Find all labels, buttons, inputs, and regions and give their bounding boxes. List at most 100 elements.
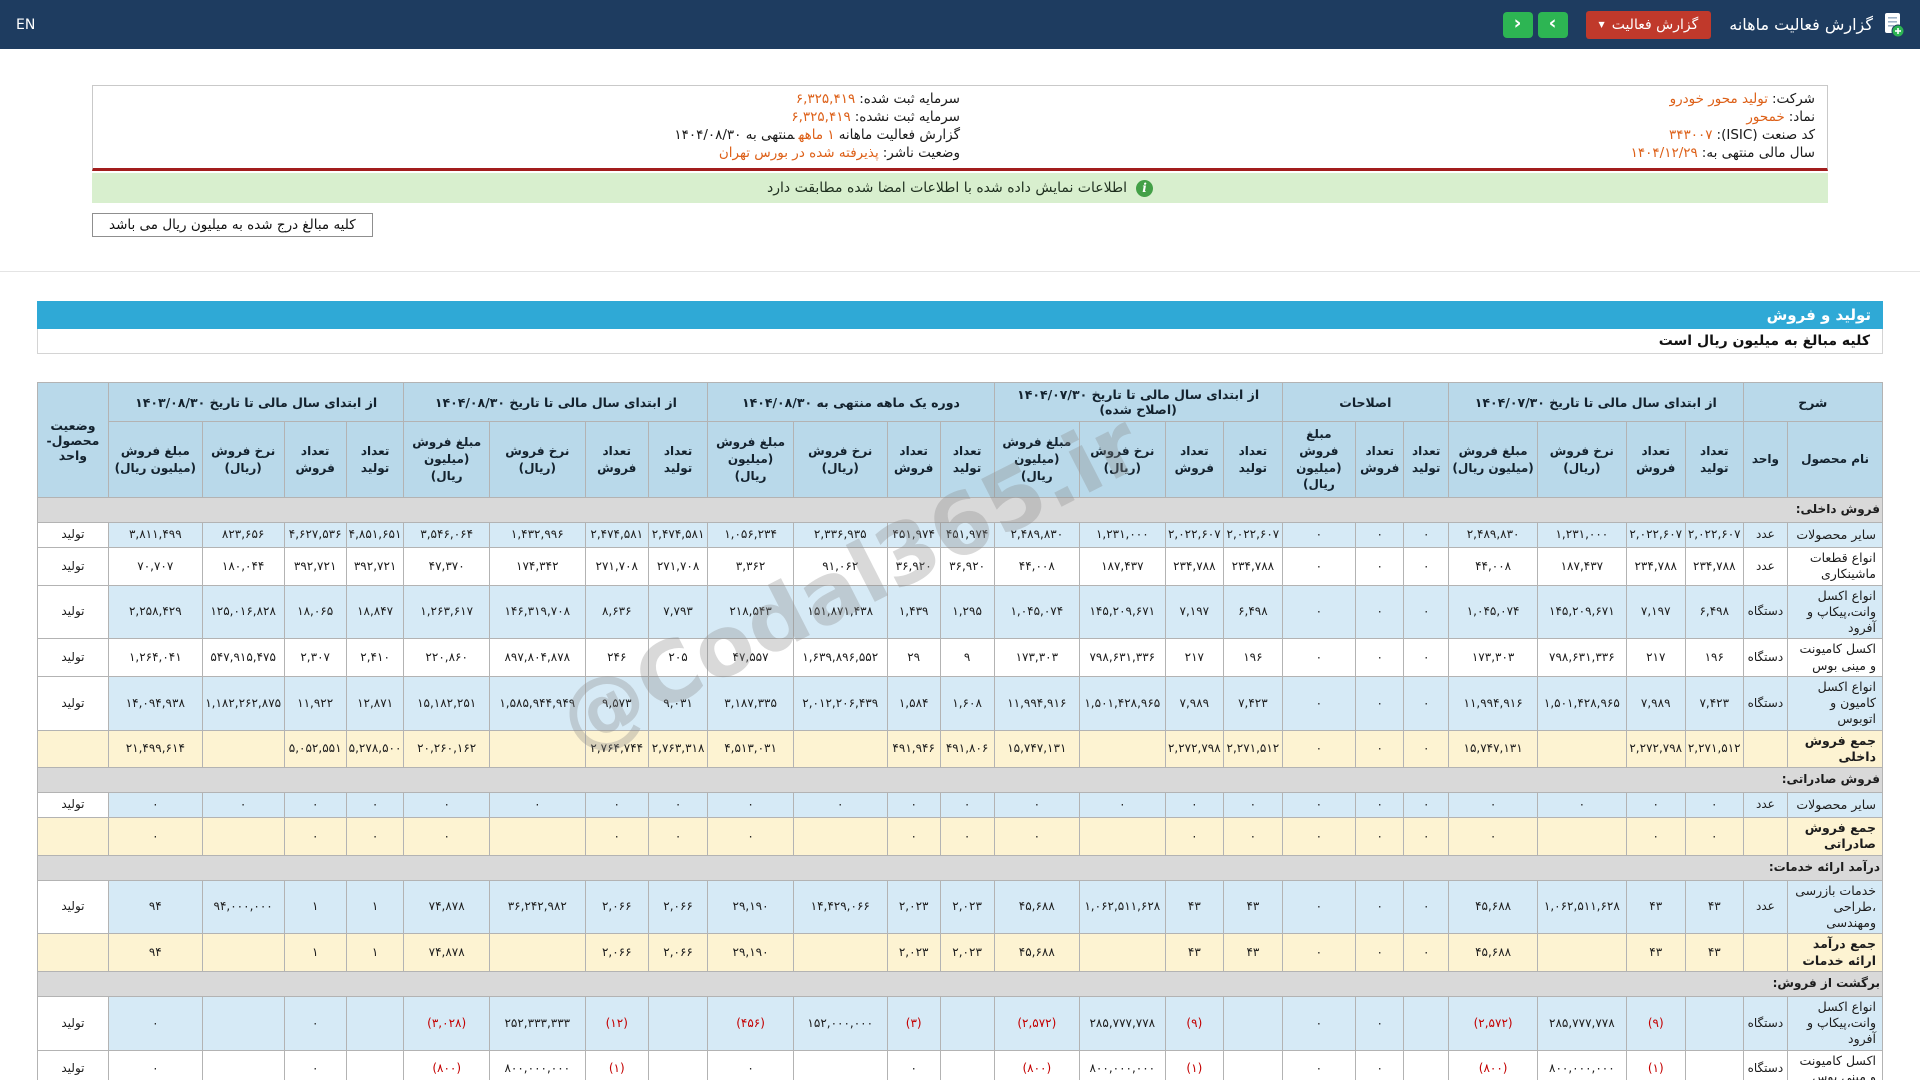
value-cell: ۹۴ <box>107 879 203 935</box>
caret-down-icon: ▼ <box>1598 19 1605 29</box>
amounts-note-tab[interactable]: کلیه مبالغ درج شده به میلیون ریال می باش… <box>92 213 373 237</box>
value-cell <box>1403 1049 1449 1080</box>
value-cell: ۲,۰۲۲,۶۰۷ <box>1223 522 1283 549</box>
value-cell: ۲۷۱,۷۰۸ <box>584 547 649 586</box>
value-cell: (۳,۰۲۸) <box>403 995 490 1051</box>
value-cell <box>345 995 405 1051</box>
value-cell: ۴۷,۳۷۰ <box>403 547 490 586</box>
header-measure: مبلغ فروش (میلیون ریال) <box>403 420 490 499</box>
value-cell: ۰ <box>993 792 1081 819</box>
value-cell: ۴۵,۶۸۸ <box>1447 933 1539 972</box>
status-cell: تولید <box>37 879 109 935</box>
value-cell: ۸۰۰,۰۰۰,۰۰۰ <box>488 1049 586 1080</box>
value-cell: ۰ <box>584 817 649 856</box>
value-cell: (۹) <box>1625 995 1686 1051</box>
value-cell: (۱) <box>1164 1049 1225 1080</box>
value-cell: ۱۵۲,۰۰۰,۰۰۰ <box>792 995 888 1051</box>
value-cell <box>201 729 285 769</box>
value-cell: ۱,۱۸۲,۲۶۲,۸۷۵ <box>201 675 285 731</box>
value-cell: ۱۷۴,۳۴۲ <box>488 547 586 586</box>
header-measure: نرخ فروش (ریال) <box>792 420 888 499</box>
table-row: سایر محصولات عدد ۲,۰۲۲,۶۰۷ ۲,۰۲۲,۶۰۷ ۱,۲۳۱,۰… <box>37 522 1883 549</box>
header-measure: مبلغ فروش (میلیون ریال) <box>1281 420 1357 499</box>
unit-cell: دستگاه <box>1742 1049 1789 1080</box>
header-description: شرح <box>1742 382 1884 422</box>
table-row: سایر محصولات عدد ۰ ۰ ۰ ۰ ۰ ۰ ۰ ۰ ۰ ۰ ۰ ۰ ۰ ۰ ۰ ۰ ۰ ۰ ۰ ۰ ۰ ۰ ۰ تو… <box>37 792 1883 819</box>
value-cell: ۱,۲۶۴,۰۴۱ <box>107 638 203 677</box>
value-cell: ۰ <box>707 817 794 856</box>
value-cell <box>1537 933 1627 972</box>
header-period-group: از ابتدای سال مالی تا تاریخ ۱۴۰۴/۰۷/۳۰ (… <box>993 382 1283 422</box>
value-cell: ۹,۵۷۳ <box>584 675 649 731</box>
unit-cell: عدد <box>1742 792 1789 819</box>
value-cell: ۰ <box>1403 729 1449 769</box>
section-row: درآمد ارائه خدمات: <box>37 854 1883 881</box>
value-cell: ۷,۹۸۹ <box>1164 675 1225 731</box>
value-cell: ۰ <box>283 995 347 1051</box>
status-cell: تولید <box>37 792 109 819</box>
info-field: سرمایه ثبت نشده:۶,۳۲۵,۴۱۹ <box>105 108 960 126</box>
info-field: کد صنعت (ISIC):۳۴۳۰۰۷ <box>960 126 1815 144</box>
value-cell: ۱ <box>345 879 405 935</box>
value-cell: ۰ <box>1355 1049 1405 1080</box>
value-cell: ۵,۲۷۸,۵۰۰ <box>345 729 405 769</box>
value-cell: ۷,۴۲۳ <box>1684 675 1744 731</box>
value-cell: ۰ <box>792 792 888 819</box>
value-cell: ۰ <box>1355 792 1405 819</box>
value-cell: ۰ <box>1355 638 1405 677</box>
value-cell <box>488 729 586 769</box>
header-measure: مبلغ فروش (میلیون ریال) <box>707 420 794 499</box>
value-cell: ۰ <box>1355 995 1405 1051</box>
value-cell: ۱۲,۸۷۱ <box>345 675 405 731</box>
value-cell: ۱,۶۰۸ <box>939 675 995 731</box>
value-cell: ۲۰۵ <box>647 638 709 677</box>
value-cell: ۰ <box>1355 933 1405 972</box>
info-value: ۱۴۰۴/۱۲/۲۹ <box>1630 145 1698 161</box>
value-cell: ۰ <box>1355 817 1405 856</box>
value-cell: ۶,۴۹۸ <box>1223 584 1283 640</box>
value-cell: ۷,۹۸۹ <box>1625 675 1686 731</box>
value-cell: ۰ <box>1403 933 1449 972</box>
value-cell <box>345 1049 405 1080</box>
info-field: نماد:خمحور <box>960 108 1815 126</box>
header-measure: تعداد تولید <box>647 420 709 499</box>
section-label: درآمد ارائه خدمات: <box>37 854 1883 881</box>
value-cell <box>1684 1049 1744 1080</box>
value-cell: ۱,۶۳۹,۸۹۶,۵۵۲ <box>792 638 888 677</box>
value-cell: ۰ <box>1684 792 1744 819</box>
value-cell: ۲,۴۸۹,۸۳۰ <box>993 522 1081 549</box>
value-cell: ۱,۰۶۲,۵۱۱,۶۲۸ <box>1537 879 1627 935</box>
value-cell: ۳,۳۶۲ <box>707 547 794 586</box>
header-measure: مبلغ فروش (میلیون ریال) <box>1447 420 1539 499</box>
info-value: ۶,۳۲۵,۴۱۹ <box>791 109 851 125</box>
info-label: کد صنعت (ISIC): <box>1716 127 1815 143</box>
value-cell: ۲۸۵,۷۷۷,۷۷۸ <box>1079 995 1166 1051</box>
value-cell: ۱۵۱,۸۷۱,۴۳۸ <box>792 584 888 640</box>
report-type-button[interactable]: گزارش فعالیت ▼ <box>1585 10 1712 39</box>
value-cell: ۰ <box>1281 547 1357 586</box>
value-cell <box>1079 729 1166 769</box>
value-cell <box>792 817 888 856</box>
value-cell: ۰ <box>1447 817 1539 856</box>
report-file-icon <box>1883 12 1904 38</box>
value-cell: ۰ <box>345 817 405 856</box>
unit-cell <box>1742 933 1789 972</box>
value-cell <box>488 817 586 856</box>
next-report-button[interactable]: › <box>1537 11 1568 38</box>
language-toggle[interactable]: EN <box>16 17 35 33</box>
value-cell: ۹۴,۰۰۰,۰۰۰ <box>201 879 285 935</box>
previous-report-button[interactable]: ‹ <box>1502 11 1533 38</box>
value-cell: ۲,۲۵۸,۴۲۹ <box>107 584 203 640</box>
value-cell: (۸۰۰) <box>403 1049 490 1080</box>
value-cell: ۱,۰۴۵,۰۷۴ <box>1447 584 1539 640</box>
value-cell: ۱۹۶ <box>1684 638 1744 677</box>
value-cell: ۴۴,۰۰۸ <box>1447 547 1539 586</box>
value-cell: ۲۱۸,۵۴۳ <box>707 584 794 640</box>
value-cell: ۰ <box>1281 675 1357 731</box>
header-measure: نرخ فروش (ریال) <box>201 420 285 499</box>
value-cell: ۱۱,۹۹۴,۹۱۶ <box>993 675 1081 731</box>
value-cell: ۰ <box>1281 729 1357 769</box>
value-cell: ۲۳۴,۷۸۸ <box>1625 547 1686 586</box>
value-cell: ۲,۰۲۳ <box>886 933 941 972</box>
info-field: گزارش فعالیت ماهانه۱ ماههمنتهی به ۱۴۰۴/۰… <box>105 126 960 144</box>
